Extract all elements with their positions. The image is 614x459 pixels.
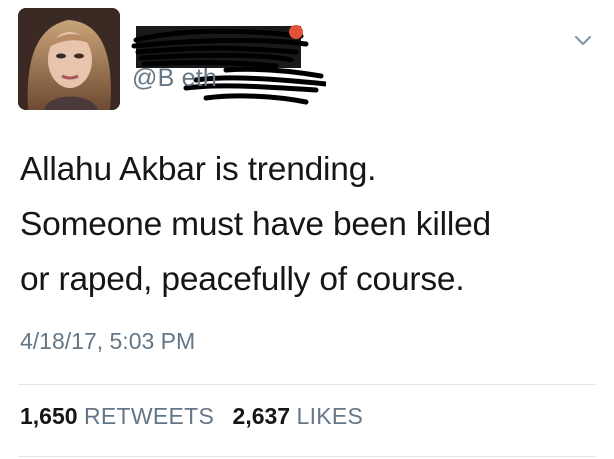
tweet-line: or raped, peacefully of course. [20, 261, 465, 298]
likes-count: 2,637 [232, 403, 291, 429]
divider [18, 456, 596, 457]
likes-stat[interactable]: 2,637 LIKES [233, 403, 364, 430]
retweets-label: RETWEETS [83, 403, 215, 429]
retweets-stat[interactable]: 1,650 RETWEETS [20, 403, 214, 430]
user-handle[interactable]: @B eth [132, 64, 217, 93]
tweet-line: Someone must have been killed [20, 206, 491, 243]
chevron-down-icon[interactable] [574, 34, 592, 52]
tweet-timestamp[interactable]: 4/18/17, 5:03 PM [20, 328, 195, 355]
tweet-text: Allahu Akbar is trending. Someone must h… [20, 142, 600, 307]
likes-label: LIKES [296, 403, 364, 429]
tweet-stats: 1,650 RETWEETS 2,637 LIKES [20, 403, 375, 430]
tweet-line: Allahu Akbar is trending. [20, 151, 377, 188]
divider [18, 384, 596, 385]
retweets-count: 1,650 [20, 403, 78, 429]
avatar[interactable] [18, 8, 120, 110]
profile-photo [18, 8, 120, 110]
